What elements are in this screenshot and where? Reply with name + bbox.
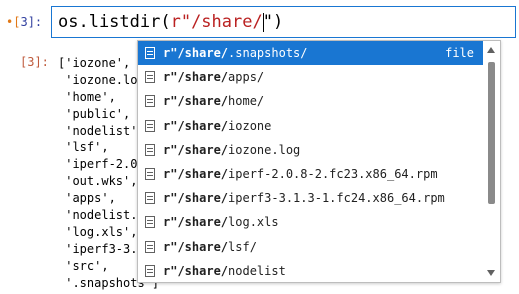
completer-item-rest: home/: [228, 94, 265, 109]
file-icon: [145, 240, 155, 253]
completer-item-match: r"/share/: [163, 167, 229, 182]
completer-item-label: r"/share/nodelist: [163, 264, 286, 278]
code-text[interactable]: os.listdir(r"/share/"): [58, 12, 283, 32]
completer-item-label: r"/share/.snapshots/: [163, 46, 308, 60]
completer-item[interactable]: r"/share/home/: [138, 89, 483, 113]
completer-item-label: r"/share/home/: [163, 94, 264, 108]
completer-item-rest: iozone.log: [228, 142, 301, 157]
completer-item-match: r"/share/: [163, 94, 229, 109]
completer-item-label: r"/share/log.xls: [163, 215, 279, 229]
completer-item[interactable]: r"/share/log.xls: [138, 210, 483, 234]
file-icon: [145, 119, 155, 132]
completer-item-match: r"/share/: [163, 263, 229, 278]
completer-item-label: r"/share/iperf3-3.1.3-1.fc24.x86_64.rpm: [163, 191, 445, 205]
completer-item-match: r"/share/: [163, 46, 229, 61]
completer-item-match: r"/share/: [163, 118, 229, 133]
completer-item-label: r"/share/iperf-2.0.8-2.fc23.x86_64.rpm: [163, 167, 438, 181]
completer-item-match: r"/share/: [163, 239, 229, 254]
completer-item[interactable]: r"/share/.snapshots/file: [138, 41, 483, 66]
file-icon: [145, 143, 155, 156]
input-prompt: •[3]:: [6, 15, 43, 29]
completer-item-rest: iozone: [228, 118, 272, 133]
completer-scrollbar[interactable]: [483, 41, 500, 282]
completer-item-label: r"/share/iozone: [163, 119, 271, 133]
file-icon: [145, 192, 155, 205]
completer-item[interactable]: r"/share/iozone: [138, 114, 483, 138]
completer-item[interactable]: r"/share/iperf-2.0.8-2.fc23.x86_64.rpm: [138, 162, 483, 186]
completer-item-label: r"/share/iozone.log: [163, 143, 300, 157]
completer-item-rest: lsf/: [228, 239, 257, 254]
completer-item[interactable]: r"/share/iozone.log: [138, 138, 483, 162]
completer-item-rest: iperf3-3.1.3-1.fc24.x86_64.rpm: [228, 191, 445, 206]
file-icon: [145, 264, 155, 277]
file-icon: [145, 168, 155, 181]
completer-item-label: r"/share/apps/: [163, 70, 264, 84]
completer-item[interactable]: r"/share/apps/: [138, 65, 483, 89]
completer-item-rest: .snapshots/: [228, 46, 308, 61]
completer-item-rest: iperf-2.0.8-2.fc23.x86_64.rpm: [228, 167, 438, 182]
file-icon: [145, 216, 155, 229]
completer-item[interactable]: r"/share/nodelist: [138, 259, 483, 282]
file-icon: [145, 95, 155, 108]
completer-item-match: r"/share/: [163, 142, 229, 157]
code-input-cell[interactable]: os.listdir(r"/share/"): [51, 6, 516, 38]
file-icon: [145, 71, 155, 84]
completer-item-match: r"/share/: [163, 70, 229, 85]
completer-item[interactable]: r"/share/lsf/: [138, 235, 483, 259]
completer-item-rest: log.xls: [228, 215, 279, 230]
completer-item-type: file: [445, 46, 474, 61]
completer-item-rest: apps/: [228, 70, 265, 85]
text-cursor: [263, 13, 264, 32]
scroll-down-icon[interactable]: [487, 270, 495, 276]
completer-popup[interactable]: r"/share/nodelist r"/share/lsf/r"/share/l…: [137, 40, 501, 283]
completer-item-match: r"/share/: [163, 191, 229, 206]
completer-item-rest: nodelist: [228, 263, 286, 278]
scroll-thumb[interactable]: [488, 62, 495, 204]
file-icon: [145, 47, 155, 60]
completer-item-match: r"/share/: [163, 215, 229, 230]
scroll-up-icon[interactable]: [487, 47, 495, 53]
output-prompt: [3]:: [20, 55, 49, 69]
completer-item-label: r"/share/lsf/: [163, 240, 257, 254]
completer-item[interactable]: r"/share/iperf3-3.1.3-1.fc24.x86_64.rpm: [138, 186, 483, 210]
